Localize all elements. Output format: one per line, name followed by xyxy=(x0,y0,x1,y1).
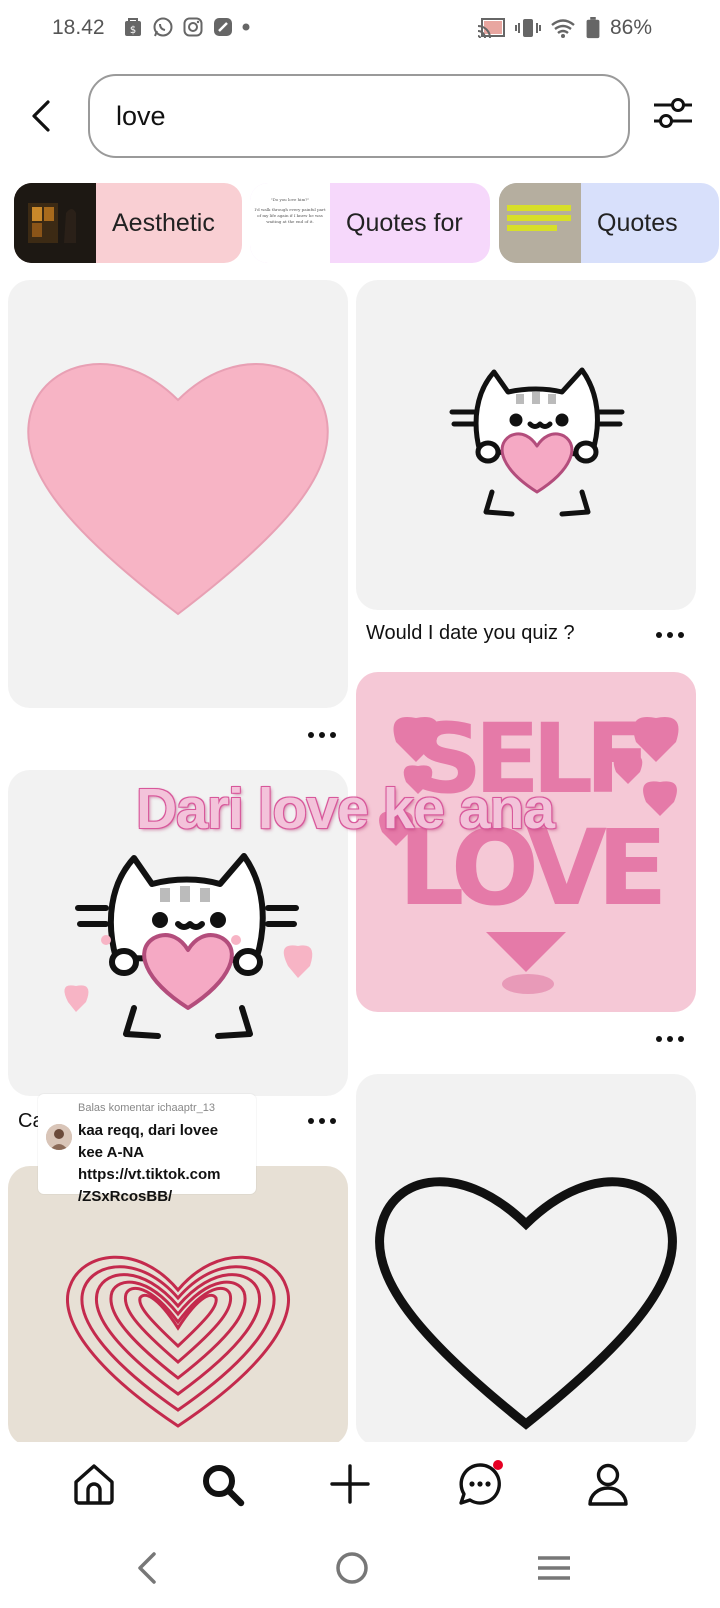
app-icon xyxy=(214,18,232,36)
comment-line: kee A-NA xyxy=(78,1144,145,1161)
more-options-button[interactable] xyxy=(656,1032,692,1046)
filter-sliders-icon[interactable] xyxy=(650,90,696,136)
pin-title: Would I date you quiz ? xyxy=(366,622,575,644)
notification-icons: $ xyxy=(122,16,250,38)
chip-thumbnail: "Do you love him?" I'd walk through ever… xyxy=(250,183,330,263)
recents-icon[interactable] xyxy=(534,1548,574,1588)
comment-line: /ZSxRcosBB/ xyxy=(78,1188,173,1205)
comment-line: https://vt.tiktok.com xyxy=(78,1166,221,1183)
search-box[interactable] xyxy=(88,74,630,158)
status-time: 18.42 xyxy=(52,16,105,39)
pin-fingerprint-heart[interactable] xyxy=(8,1166,348,1446)
more-options-button[interactable] xyxy=(656,628,692,642)
battery-icon xyxy=(586,17,600,39)
more-options-button[interactable] xyxy=(308,728,344,742)
instagram-icon xyxy=(183,17,203,37)
battery-percent: 86% xyxy=(609,16,652,39)
home-icon[interactable] xyxy=(70,1460,118,1508)
chat-icon[interactable] xyxy=(456,1460,504,1508)
pin-cat-heart[interactable] xyxy=(356,280,696,610)
search-input[interactable] xyxy=(116,96,596,136)
system-status-icons: 86% xyxy=(476,16,652,40)
plus-icon[interactable] xyxy=(326,1460,374,1508)
chip-quotes[interactable]: Quotes xyxy=(499,183,719,263)
pin-outline-heart[interactable] xyxy=(356,1074,696,1446)
back-arrow-icon[interactable] xyxy=(24,96,60,136)
chip-aesthetic[interactable]: Aesthetic xyxy=(14,183,242,263)
outline-heart-image xyxy=(375,1177,677,1430)
fingerprint-heart-image xyxy=(65,1255,291,1428)
chip-thumbnail xyxy=(499,183,581,263)
svg-text:$: $ xyxy=(130,25,136,36)
comment-reply-header: Balas komentar ichaaptr_13 xyxy=(78,1102,215,1114)
status-bar: 18.42 $ 86% xyxy=(0,0,720,60)
pink-heart-image xyxy=(27,363,329,616)
video-overlay-caption: Dari love ke ana xyxy=(136,777,555,841)
suggestion-chips: Aesthetic "Do you love him?" I'd walk th… xyxy=(14,183,720,263)
search-header xyxy=(0,72,720,162)
chip-label: Quotes for xyxy=(346,208,463,237)
wifi-icon xyxy=(551,19,575,38)
bottom-navigation xyxy=(0,1442,720,1528)
cast-icon xyxy=(477,18,505,39)
dot-icon xyxy=(242,23,250,31)
more-options-button[interactable] xyxy=(308,1114,344,1128)
self-love-image: SELF LOVE xyxy=(379,703,679,994)
notification-dot xyxy=(493,1460,503,1470)
system-navigation xyxy=(0,1528,720,1608)
chip-quotes-for[interactable]: "Do you love him?" I'd walk through ever… xyxy=(250,183,490,263)
whatsapp-icon xyxy=(153,17,173,37)
search-icon[interactable] xyxy=(198,1460,246,1508)
commenter-avatar xyxy=(46,1124,72,1150)
comment-text: kaa reqq, dari lovee kee A-NA https://vt… xyxy=(78,1120,256,1208)
chip-thumbnail xyxy=(14,183,96,263)
comment-line: kaa reqq, dari lovee xyxy=(78,1122,219,1139)
back-icon[interactable] xyxy=(128,1548,168,1588)
thumb-quote-title: "Do you love him?" xyxy=(270,197,310,202)
vibrate-icon xyxy=(514,19,541,37)
cat-heart-image xyxy=(449,367,625,517)
home-circle-icon[interactable] xyxy=(332,1548,372,1588)
tiktok-comment-sticker: Balas komentar ichaaptr_13 kaa reqq, dar… xyxy=(38,1094,256,1205)
shop-icon: $ xyxy=(125,18,141,36)
chip-label: Aesthetic xyxy=(112,208,215,237)
profile-icon[interactable] xyxy=(584,1460,632,1508)
pin-self-love[interactable]: SELF LOVE xyxy=(356,672,696,1012)
pin-pink-heart[interactable] xyxy=(8,280,348,708)
thumb-quote-body: I'd walk through every painful part of m… xyxy=(254,207,326,224)
chip-label: Quotes xyxy=(597,208,678,237)
